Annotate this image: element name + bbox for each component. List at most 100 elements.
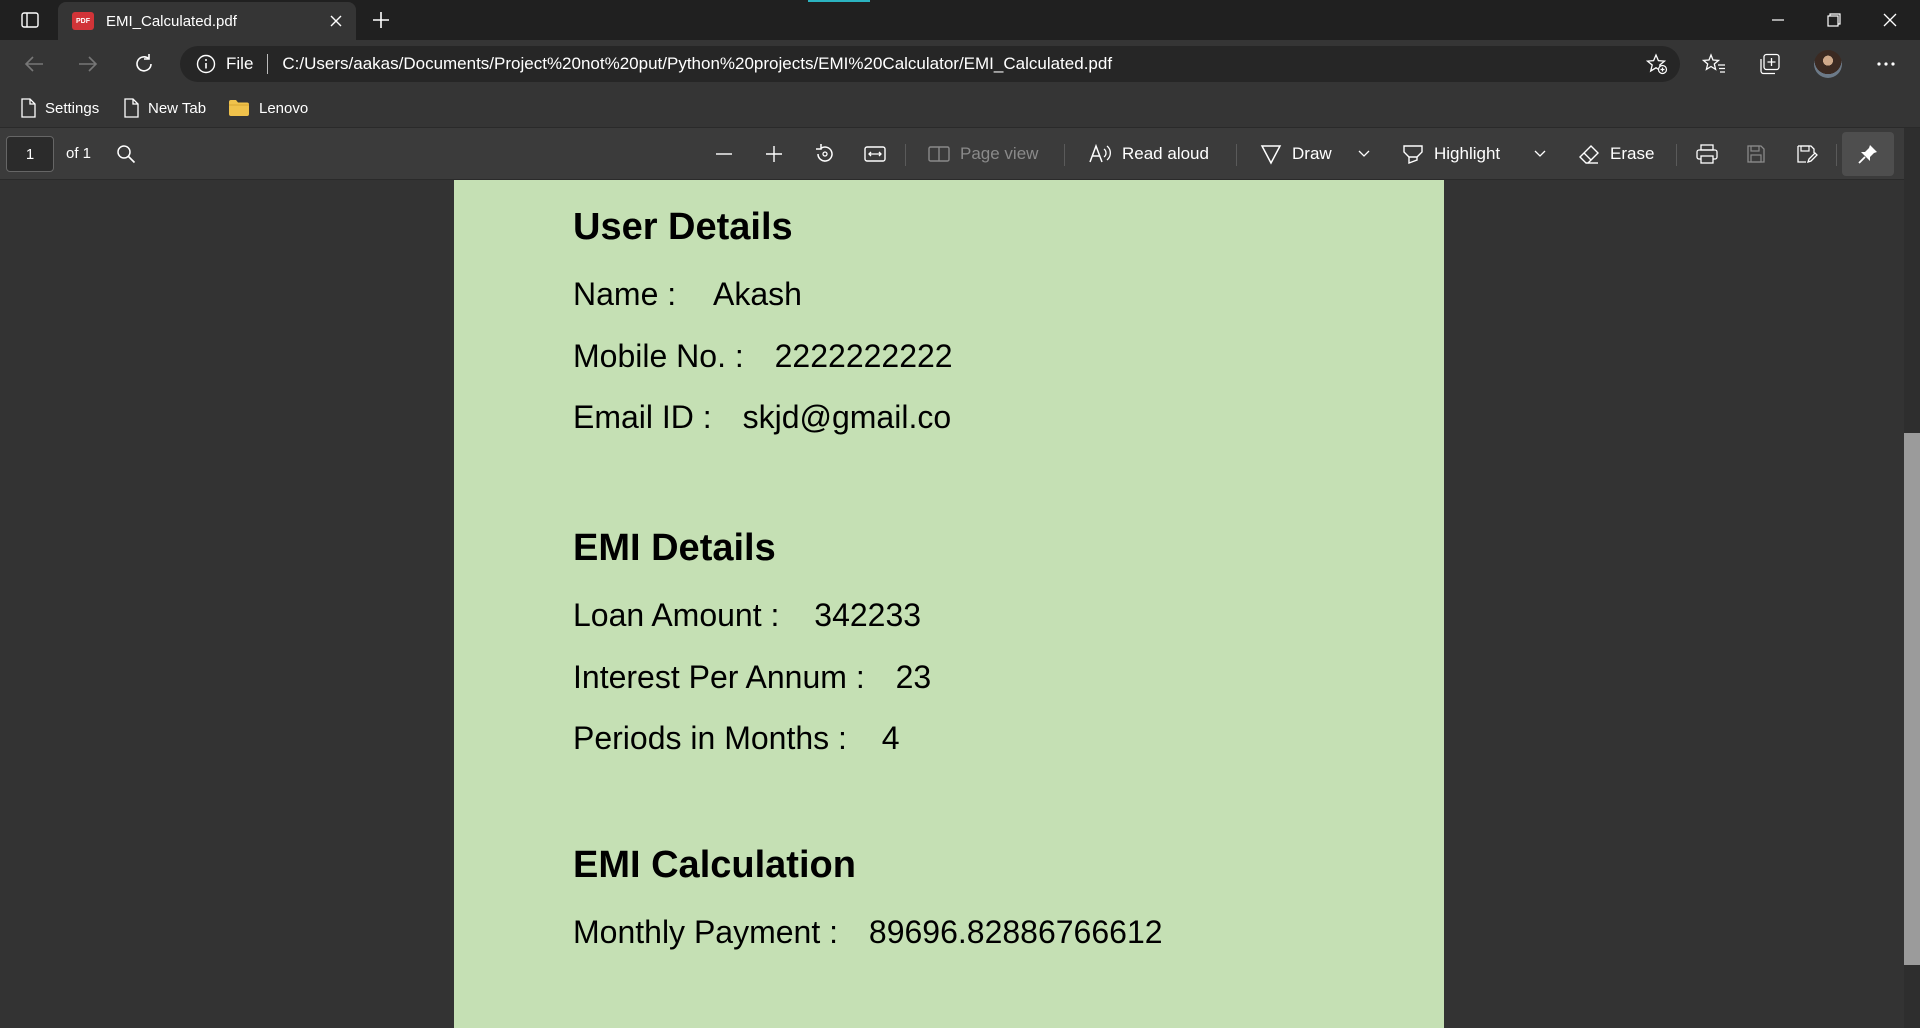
save-as-icon [1797,145,1818,164]
tab-close-button[interactable] [322,7,350,35]
page-icon [20,98,36,118]
refresh-button[interactable] [126,48,162,80]
loan-amount-label: Loan Amount : [573,597,780,633]
erase-button[interactable]: Erase [1578,138,1654,170]
toolbar-divider [1236,144,1237,166]
favorite-label: New Tab [148,99,207,117]
printer-icon [1696,144,1718,164]
url-scheme-label: File [226,54,254,73]
new-tab-button[interactable] [366,6,396,34]
favorites-star-icon [1702,53,1725,73]
arrow-right-icon [79,56,98,72]
period-row: Periods in Months : 4 [573,720,900,757]
zoom-in-button[interactable] [764,138,784,170]
user-details-heading: User Details [573,206,793,248]
read-aloud-button[interactable]: Read aloud [1088,138,1209,170]
page-icon [123,98,139,118]
name-row: Name : Akash [573,276,802,313]
highlight-button[interactable]: Highlight [1402,138,1500,170]
add-favorite-icon[interactable] [1645,53,1668,75]
email-label: Email ID : [573,399,712,435]
refresh-icon [136,54,152,72]
zoom-out-button[interactable] [714,138,734,170]
rotate-icon [816,144,833,162]
highlight-options-dropdown[interactable] [1534,138,1546,170]
collections-button[interactable] [1752,48,1788,80]
site-info-icon[interactable] [196,54,216,74]
browser-toolbar: File C:/Users/aakas/Documents/Project%20… [0,40,1920,88]
tab-actions-button[interactable] [14,8,46,32]
toolbar-divider [1676,144,1677,166]
monthly-payment-value: 89696.82886766612 [868,914,1163,950]
draw-options-dropdown[interactable] [1358,138,1370,170]
read-aloud-icon [1089,143,1111,163]
toolbar-divider [1064,144,1065,166]
minimize-button[interactable] [1750,0,1806,40]
highlight-label: Highlight [1434,144,1501,163]
interest-value: 23 [895,659,932,695]
emi-details-heading: EMI Details [573,527,776,569]
draw-pen-icon [1260,145,1282,165]
pdf-page: User Details Name : Akash Mobile No. : 2… [454,180,1444,1028]
minimize-icon [1772,19,1784,21]
favorites-bar: Settings New Tab Lenovo [0,88,1920,128]
url-text[interactable]: C:/Users/aakas/Documents/Project%20not%2… [282,54,1112,74]
interest-row: Interest Per Annum : 23 [573,659,931,696]
close-window-button[interactable] [1862,0,1918,40]
page-view-label: Page view [960,144,1039,163]
arrow-left-icon [24,56,43,72]
favorites-button[interactable] [1696,48,1732,80]
toolbar-divider [905,144,906,166]
title-bar: PDF EMI_Calculated.pdf [0,0,1920,40]
monthly-payment-row: Monthly Payment : 89696.82886766612 [573,914,1163,951]
monthly-payment-label: Monthly Payment : [573,914,838,950]
more-horizontal-icon [1877,62,1895,66]
save-as-button[interactable] [1796,138,1818,170]
rotate-button[interactable] [814,138,836,170]
window-accent-line [808,0,870,2]
address-bar[interactable]: File C:/Users/aakas/Documents/Project%20… [180,46,1680,82]
plus-icon [766,146,782,162]
page-view-button[interactable]: Page view [928,138,1038,170]
save-icon [1747,145,1765,163]
back-button[interactable] [16,48,52,80]
print-button[interactable] [1696,138,1718,170]
period-value: 4 [881,720,900,756]
fit-width-icon [864,146,886,162]
mobile-row: Mobile No. : 2222222222 [573,338,953,375]
draw-button[interactable]: Draw [1260,138,1332,170]
page-number-input[interactable] [6,136,54,172]
close-icon [330,15,342,27]
read-aloud-label: Read aloud [1122,144,1209,163]
restore-button[interactable] [1806,0,1862,40]
favorite-new-tab[interactable]: New Tab [123,96,206,120]
restore-icon [1827,13,1841,27]
vertical-scrollbar-thumb[interactable] [1904,433,1920,965]
save-button[interactable] [1746,138,1766,170]
fit-to-width-button[interactable] [864,138,886,170]
highlighter-icon [1403,145,1423,165]
mobile-label: Mobile No. : [573,338,744,374]
period-label: Periods in Months : [573,720,847,756]
profile-avatar[interactable] [1814,50,1842,78]
pin-toolbar-button[interactable] [1842,132,1894,176]
draw-label: Draw [1292,144,1332,163]
settings-more-button[interactable] [1868,48,1904,80]
email-value: skjd@gmail.co [742,399,952,435]
favorite-settings[interactable]: Settings [20,96,99,120]
toolbar-divider [1836,144,1837,166]
find-button[interactable] [116,138,136,170]
chevron-down-icon [1358,150,1370,157]
pdf-toolbar: of 1 Page view Read aloud Draw Highlight [0,128,1904,180]
tab-actions-icon [21,12,39,28]
forward-button[interactable] [70,48,106,80]
tab-title: EMI_Calculated.pdf [106,12,237,30]
browser-tab-active[interactable]: PDF EMI_Calculated.pdf [58,2,356,40]
eraser-icon [1579,145,1599,164]
loan-amount-value: 342233 [814,597,922,633]
favorite-lenovo-folder[interactable]: Lenovo [228,96,308,120]
erase-label: Erase [1610,144,1655,163]
pin-icon [1858,145,1877,164]
favorite-label: Lenovo [259,99,309,117]
folder-icon [228,99,250,117]
